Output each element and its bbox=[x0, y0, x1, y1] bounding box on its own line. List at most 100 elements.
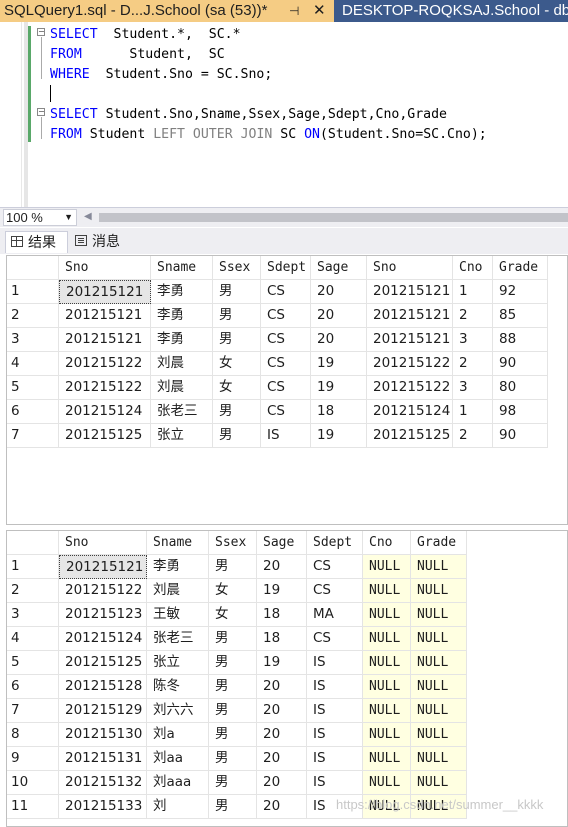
row-number[interactable]: 3 bbox=[7, 603, 59, 627]
table-cell[interactable]: 男 bbox=[213, 280, 261, 304]
table-cell[interactable]: 男 bbox=[209, 795, 257, 819]
table-cell[interactable]: 刘晨 bbox=[151, 352, 213, 376]
table-cell[interactable]: 2 bbox=[453, 304, 493, 328]
table-cell[interactable]: 男 bbox=[213, 424, 261, 448]
row-number[interactable]: 7 bbox=[7, 424, 59, 448]
table-cell[interactable]: 男 bbox=[209, 555, 257, 579]
column-header[interactable]: Sno bbox=[367, 256, 453, 280]
row-number[interactable]: 1 bbox=[7, 555, 59, 579]
table-cell[interactable]: 张立 bbox=[151, 424, 213, 448]
table-cell[interactable]: 20 bbox=[311, 328, 367, 352]
column-header[interactable]: Sname bbox=[151, 256, 213, 280]
table-cell[interactable]: 女 bbox=[209, 603, 257, 627]
table-cell[interactable]: NULL bbox=[363, 603, 411, 627]
table-cell[interactable]: IS bbox=[307, 771, 363, 795]
column-header[interactable]: Cno bbox=[363, 531, 411, 555]
table-cell[interactable]: 20 bbox=[257, 699, 307, 723]
table-cell[interactable]: 20 bbox=[311, 304, 367, 328]
tab-desktop-school[interactable]: DESKTOP-ROQKSAJ.School - dbo bbox=[336, 0, 568, 22]
table-cell[interactable]: CS bbox=[261, 328, 311, 352]
column-header[interactable]: Sdept bbox=[307, 531, 363, 555]
row-number[interactable]: 6 bbox=[7, 675, 59, 699]
table-cell[interactable]: 刘aaa bbox=[147, 771, 209, 795]
table-cell[interactable]: 男 bbox=[209, 747, 257, 771]
scroll-left-icon[interactable]: ◀ bbox=[84, 210, 94, 224]
table-cell[interactable]: 201215124 bbox=[367, 400, 453, 424]
table-cell[interactable]: NULL bbox=[411, 627, 467, 651]
row-number[interactable]: 7 bbox=[7, 699, 59, 723]
horizontal-scrollbar[interactable] bbox=[99, 213, 568, 222]
column-header[interactable]: Sage bbox=[257, 531, 307, 555]
table-cell[interactable]: 98 bbox=[493, 400, 548, 424]
table-cell[interactable]: 201215122 bbox=[59, 579, 147, 603]
table-cell[interactable]: 18 bbox=[311, 400, 367, 424]
table-cell[interactable]: 19 bbox=[311, 376, 367, 400]
table-cell[interactable]: CS bbox=[261, 376, 311, 400]
table-cell[interactable]: NULL bbox=[363, 771, 411, 795]
table-cell[interactable]: NULL bbox=[411, 747, 467, 771]
table-cell[interactable]: 刘 bbox=[147, 795, 209, 819]
selected-cell[interactable]: 201215121 bbox=[59, 280, 151, 304]
table-cell[interactable]: 201215122 bbox=[59, 352, 151, 376]
table-cell[interactable]: 201215122 bbox=[59, 376, 151, 400]
table-cell[interactable]: NULL bbox=[363, 699, 411, 723]
table-cell[interactable]: 201215125 bbox=[367, 424, 453, 448]
row-number[interactable]: 9 bbox=[7, 747, 59, 771]
table-cell[interactable]: 刘晨 bbox=[151, 376, 213, 400]
table-cell[interactable]: 201215123 bbox=[59, 603, 147, 627]
table-cell[interactable]: NULL bbox=[363, 651, 411, 675]
zoom-select[interactable]: 100 % ▼ bbox=[3, 209, 77, 226]
table-cell[interactable]: 201215121 bbox=[59, 304, 151, 328]
column-header[interactable]: Sno bbox=[59, 531, 147, 555]
table-cell[interactable]: 男 bbox=[209, 627, 257, 651]
collapse-icon[interactable]: − bbox=[37, 28, 45, 36]
table-cell[interactable]: CS bbox=[261, 280, 311, 304]
table-cell[interactable]: 18 bbox=[257, 627, 307, 651]
table-cell[interactable]: 20 bbox=[257, 747, 307, 771]
table-cell[interactable]: NULL bbox=[411, 675, 467, 699]
table-cell[interactable]: 201215121 bbox=[59, 328, 151, 352]
table-cell[interactable]: 男 bbox=[209, 723, 257, 747]
pin-icon[interactable]: ⊣ bbox=[289, 0, 299, 22]
table-cell[interactable]: NULL bbox=[411, 723, 467, 747]
table-cell[interactable]: NULL bbox=[411, 699, 467, 723]
collapse-icon[interactable]: − bbox=[37, 108, 45, 116]
table-cell[interactable]: 3 bbox=[453, 376, 493, 400]
column-header[interactable]: Sname bbox=[147, 531, 209, 555]
tab-results[interactable]: 结果 bbox=[5, 231, 68, 253]
tab-sqlquery1[interactable]: SQLQuery1.sql - D...J.School (sa (53))* … bbox=[0, 0, 334, 22]
table-cell[interactable]: 20 bbox=[257, 723, 307, 747]
table-cell[interactable]: 2 bbox=[453, 424, 493, 448]
table-cell[interactable]: 刘晨 bbox=[147, 579, 209, 603]
table-cell[interactable]: 男 bbox=[209, 771, 257, 795]
row-number[interactable]: 5 bbox=[7, 651, 59, 675]
column-header[interactable]: Ssex bbox=[213, 256, 261, 280]
column-header[interactable]: Grade bbox=[411, 531, 467, 555]
column-header[interactable]: Sage bbox=[311, 256, 367, 280]
table-cell[interactable]: 18 bbox=[257, 603, 307, 627]
table-cell[interactable]: 刘aa bbox=[147, 747, 209, 771]
table-cell[interactable]: IS bbox=[307, 747, 363, 771]
table-cell[interactable]: NULL bbox=[411, 555, 467, 579]
table-cell[interactable]: 201215121 bbox=[367, 328, 453, 352]
table-cell[interactable]: IS bbox=[307, 723, 363, 747]
table-cell[interactable]: MA bbox=[307, 603, 363, 627]
table-cell[interactable]: 19 bbox=[257, 579, 307, 603]
table-cell[interactable]: 李勇 bbox=[151, 280, 213, 304]
table-cell[interactable]: NULL bbox=[363, 627, 411, 651]
table-cell[interactable]: NULL bbox=[411, 603, 467, 627]
table-cell[interactable]: CS bbox=[261, 400, 311, 424]
table-cell[interactable]: NULL bbox=[363, 579, 411, 603]
row-header-corner[interactable] bbox=[7, 531, 59, 555]
table-cell[interactable]: 刘六六 bbox=[147, 699, 209, 723]
table-cell[interactable]: 女 bbox=[209, 579, 257, 603]
table-cell[interactable]: IS bbox=[307, 699, 363, 723]
table-cell[interactable]: 201215130 bbox=[59, 723, 147, 747]
column-header[interactable]: Sdept bbox=[261, 256, 311, 280]
table-cell[interactable]: 王敏 bbox=[147, 603, 209, 627]
result-grid-1[interactable]: Sno Sname Ssex Sdept Sage Sno Cno Grade 1 2012151… bbox=[6, 255, 568, 525]
table-cell[interactable]: 2 bbox=[453, 352, 493, 376]
table-cell[interactable]: 201215121 bbox=[367, 280, 453, 304]
table-cell[interactable]: 80 bbox=[493, 376, 548, 400]
table-cell[interactable]: 92 bbox=[493, 280, 548, 304]
